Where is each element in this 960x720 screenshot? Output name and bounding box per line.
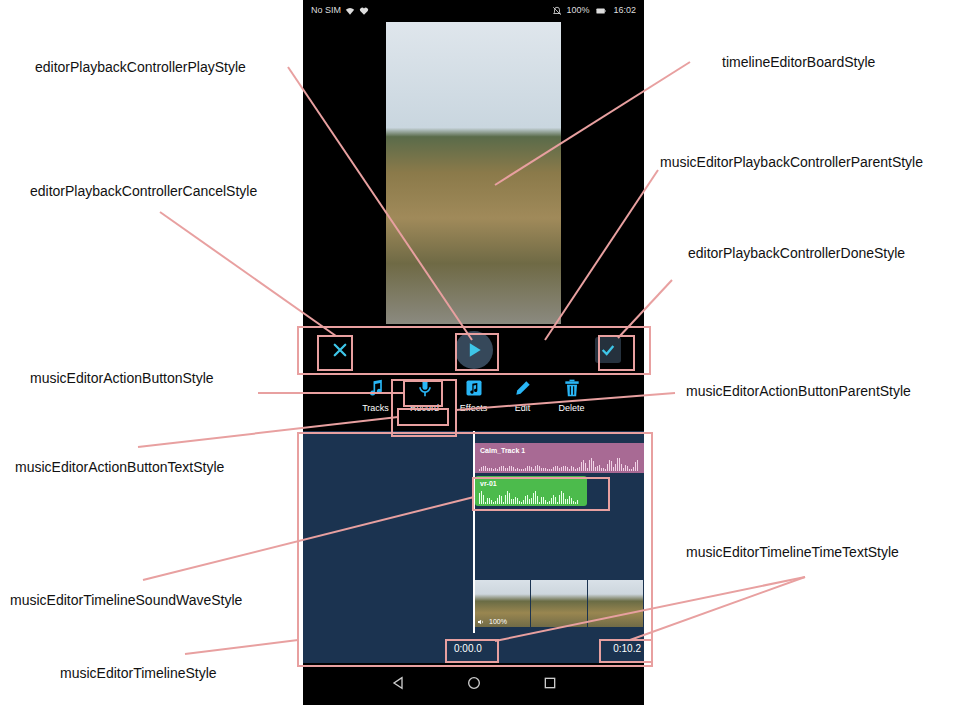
status-bar: No SIM 100% 16:02 [303,0,644,22]
volume-text: 100% [489,617,507,626]
annotation-box [456,334,498,370]
annotation-line [495,577,805,641]
annotation-line [456,393,675,410]
annotation-line [630,577,805,640]
nav-bar [303,663,644,703]
recents-icon[interactable] [542,675,558,691]
annotation-box [398,409,448,425]
annotation-label: musicEditorTimelineStyle [60,664,217,682]
phone-screen: No SIM 100% 16:02 Tracks Record Effects Edit De… [303,0,644,705]
annotation-box [446,640,498,662]
video-frame [588,580,644,627]
trash-icon [562,378,582,398]
action-button[interactable]: Record [400,377,449,431]
annotation-line [545,170,658,340]
close-icon [331,341,349,359]
action-buttons: Tracks Record Effects Edit Delete [303,373,644,431]
cancel-button[interactable] [327,337,353,363]
annotation-line [288,67,472,340]
annotation-label: musicEditorTimelineTimeTextStyle [686,543,899,561]
playhead[interactable] [473,431,475,633]
pencil-icon [513,378,533,398]
annotation-line [143,497,474,580]
annotation-label: editorPlaybackControllerPlayStyle [35,58,246,76]
audio-track[interactable]: vr-01 [475,476,587,506]
action-button[interactable]: Edit [498,377,547,431]
annotation-line [138,417,398,447]
video-frame [531,580,587,627]
annotation-line [495,62,690,185]
annotation-layer [0,0,960,720]
mute-icon [552,6,562,16]
annotation-box [600,640,652,662]
annotation-box [392,380,456,436]
track-name: vr-01 [480,479,582,488]
video-preview [386,22,561,324]
annotation-label: editorPlaybackControllerDoneStyle [688,244,905,262]
action-button[interactable]: Tracks [351,377,400,431]
sound-wave [479,457,640,471]
home-icon[interactable] [466,675,482,691]
annotation-box [473,478,609,510]
action-label: Delete [558,402,584,414]
annotation-line [258,392,404,394]
action-label: Edit [515,402,531,414]
action-label: Record [410,402,439,414]
preview-area [303,22,644,327]
annotation-line [618,280,672,338]
microphone-icon [415,378,435,398]
done-button[interactable] [595,337,621,363]
annotation-label: musicEditorPlaybackControllerParentStyle [660,153,923,171]
action-label: Tracks [362,402,389,414]
annotation-box [298,327,650,374]
battery-icon [593,6,609,16]
audio-track[interactable]: Calm_Track 1 [475,443,644,473]
annotation-label: musicEditorActionButtonParentStyle [686,382,911,400]
start-time: 0:00.0 [454,642,482,655]
annotation-label: musicEditorTimelineSoundWaveStyle [10,591,242,609]
annotation-box [404,381,442,406]
track-name: Calm_Track 1 [480,446,639,455]
annotation-box [318,336,352,370]
annotation-label: musicEditorActionButtonTextStyle [15,458,224,476]
sound-wave [479,490,583,504]
action-label: Effects [460,402,487,414]
carrier-text: No SIM [311,4,341,18]
clock-text: 16:02 [613,4,636,18]
annotation-box [298,433,652,666]
play-button[interactable] [455,331,493,369]
annotation-box [599,336,634,370]
speaker-icon [477,618,485,626]
annotation-line [185,640,298,654]
annotation-label: timelineEditorBoardStyle [722,53,875,71]
annotation-label: musicEditorActionButtonStyle [30,369,214,387]
action-button[interactable]: Delete [547,377,596,431]
play-icon [464,340,484,360]
wifi-icon [345,6,355,16]
effects-icon [464,378,484,398]
annotation-line [160,212,336,336]
annotation-label: editorPlaybackControllerCancelStyle [30,182,257,200]
music-note-icon [366,378,386,398]
timeline[interactable]: Calm_Track 1 vr-01 100% 0:00.0 0:10.2 [303,431,644,663]
playback-controls [303,327,644,373]
action-button[interactable]: Effects [449,377,498,431]
health-icon [359,6,369,16]
battery-text: 100% [566,4,589,18]
back-icon[interactable] [390,675,406,691]
check-icon [600,342,616,358]
end-time: 0:10.2 [613,642,641,655]
